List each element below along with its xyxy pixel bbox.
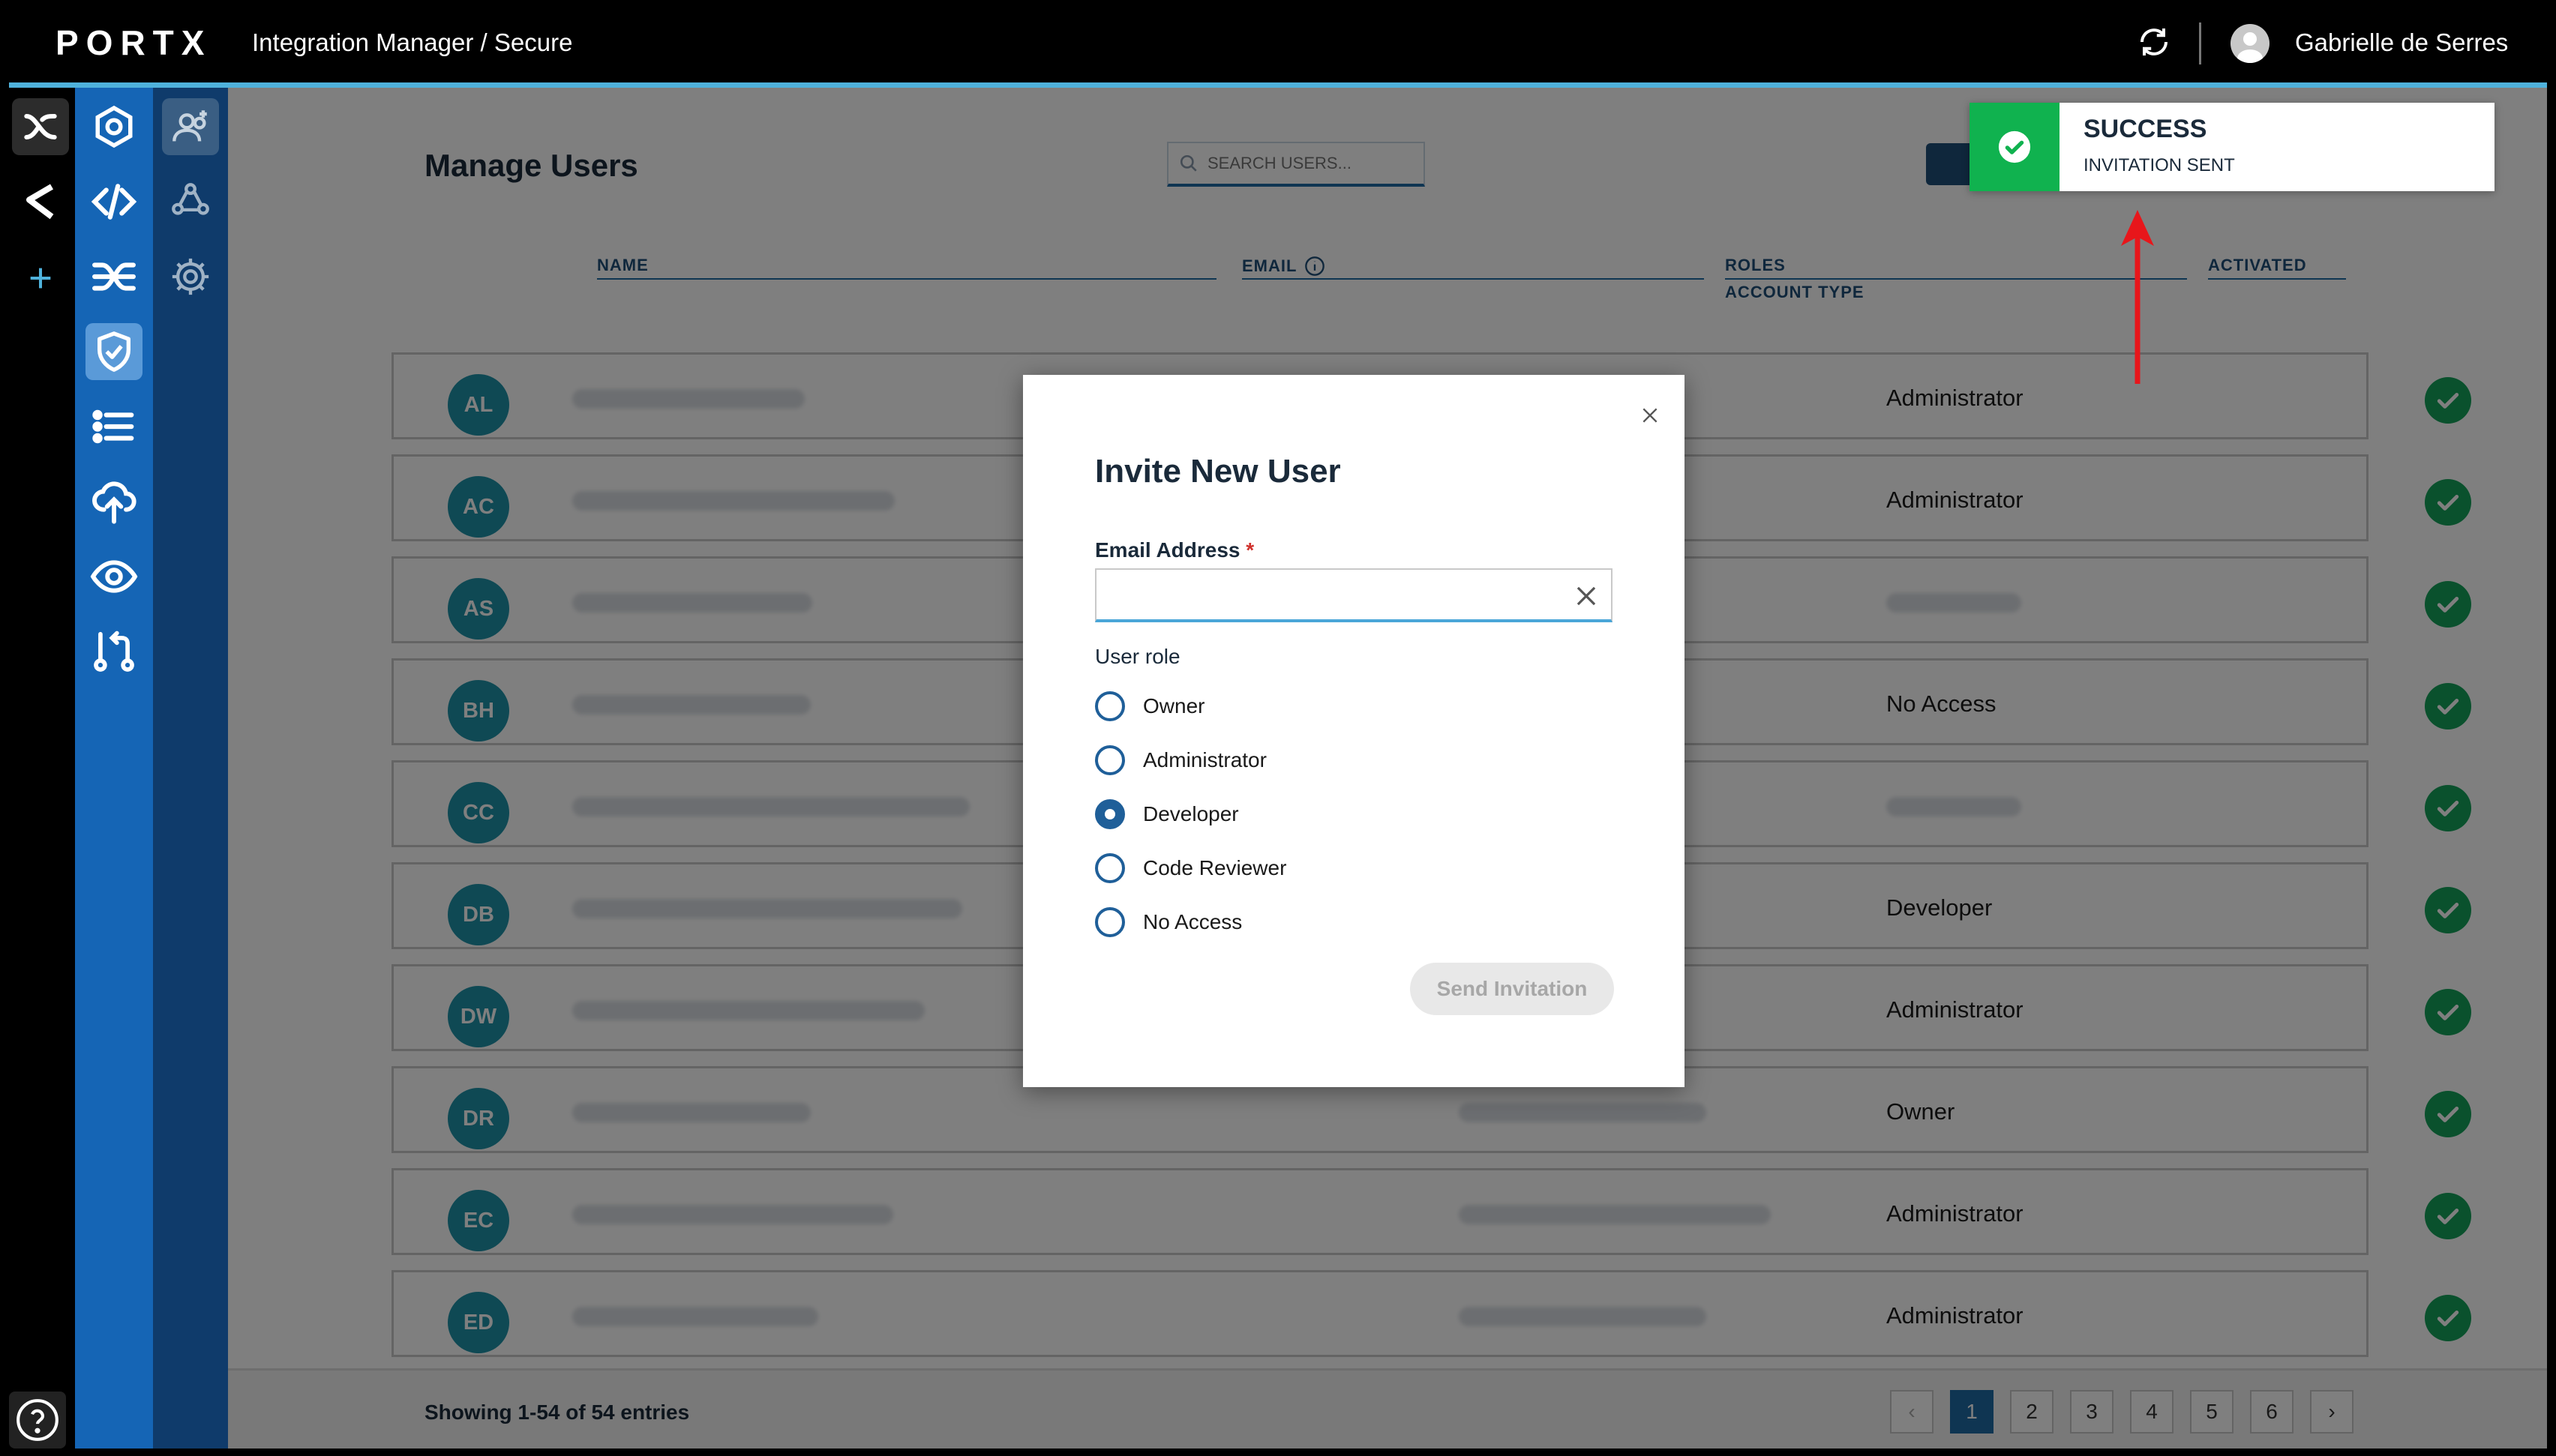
portx-home-icon[interactable] (12, 98, 69, 155)
cloud-upload-icon[interactable] (86, 473, 142, 530)
radio-code-reviewer[interactable] (1095, 853, 1125, 883)
role-option-administrator[interactable]: Administrator (1095, 744, 1267, 777)
toast-icon-box (1970, 103, 2060, 191)
add-user-icon[interactable] (162, 98, 219, 155)
role-option-developer[interactable]: Developer (1095, 798, 1239, 831)
header-divider (2199, 22, 2201, 64)
refresh-icon[interactable] (2136, 24, 2172, 60)
code-icon[interactable] (86, 173, 142, 230)
breadcrumb: Integration Manager / Secure (252, 28, 573, 56)
header-accent-line (9, 82, 2547, 88)
top-bar: PORTX Integration Manager / Secure Gabri… (0, 0, 2556, 84)
invite-user-modal: Invite New User Email Address * User rol… (1023, 375, 1684, 1087)
pull-request-icon[interactable] (86, 623, 142, 680)
email-field-wrapper[interactable] (1095, 568, 1612, 622)
shuffle-icon[interactable] (86, 248, 142, 305)
success-toast[interactable]: SUCCESS INVITATION SENT (1970, 103, 2494, 191)
radio-owner[interactable] (1095, 691, 1125, 721)
role-option-label: No Access (1143, 910, 1243, 933)
plus-icon[interactable] (12, 250, 69, 307)
user-name[interactable]: Gabrielle de Serres (2295, 28, 2508, 57)
user-role-label: User role (1095, 645, 1180, 668)
network-icon[interactable] (162, 173, 219, 230)
question-circle-icon[interactable] (9, 1392, 66, 1449)
toast-title: SUCCESS (2084, 115, 2207, 143)
check-circle-icon (1998, 130, 2031, 163)
email-field[interactable] (1106, 577, 1556, 613)
role-option-label: Code Reviewer (1143, 856, 1287, 879)
list-icon[interactable] (86, 398, 142, 455)
role-option-code-reviewer[interactable]: Code Reviewer (1095, 852, 1286, 885)
gear-icon[interactable] (162, 248, 219, 305)
role-option-label: Developer (1143, 802, 1239, 825)
toast-message: INVITATION SENT (2084, 155, 2235, 175)
required-mark: * (1246, 538, 1255, 562)
modal-title: Invite New User (1095, 453, 1341, 490)
app-rail (0, 88, 75, 1456)
email-label-text: Email Address (1095, 538, 1240, 562)
avatar[interactable] (2230, 24, 2270, 63)
radio-developer[interactable] (1095, 799, 1125, 829)
portx-logo[interactable]: PORTX (56, 22, 212, 63)
email-label: Email Address * (1095, 538, 1254, 562)
role-option-label: Administrator (1143, 748, 1267, 771)
send-invitation-button[interactable]: Send Invitation (1410, 963, 1614, 1015)
section-sidebar (153, 88, 228, 1449)
close-icon[interactable] (1636, 402, 1664, 429)
curved-c-icon[interactable] (12, 173, 69, 230)
clear-icon[interactable] (1572, 582, 1600, 610)
hexagon-icon[interactable] (86, 98, 142, 155)
radio-administrator[interactable] (1095, 745, 1125, 775)
module-sidebar (75, 88, 153, 1449)
shield-check-icon[interactable] (86, 323, 142, 380)
role-option-owner[interactable]: Owner (1095, 690, 1204, 723)
role-option-no-access[interactable]: No Access (1095, 906, 1242, 939)
eye-icon[interactable] (86, 548, 142, 605)
annotation-arrow-icon (2121, 210, 2154, 384)
radio-no-access[interactable] (1095, 907, 1125, 937)
role-option-label: Owner (1143, 694, 1205, 718)
